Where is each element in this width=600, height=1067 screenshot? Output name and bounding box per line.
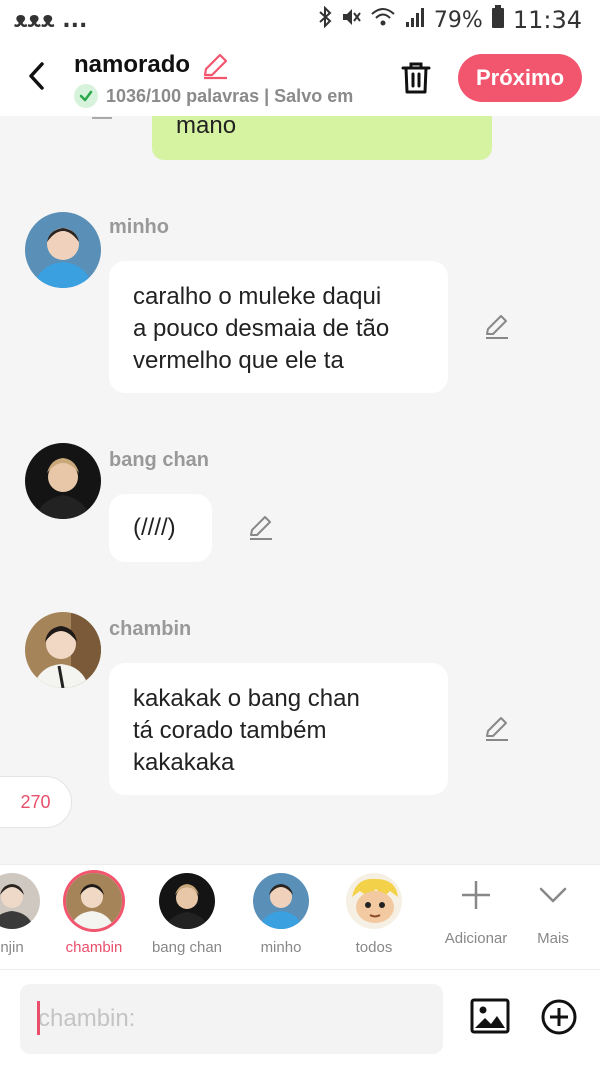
character-avatar	[0, 873, 40, 929]
message-bubble-own[interactable]: mano	[152, 116, 492, 160]
delete-button[interactable]	[398, 58, 434, 98]
message-line: caralho o muleke daqui	[133, 283, 382, 310]
back-button[interactable]	[22, 58, 52, 94]
more-characters-label: Mais	[537, 930, 569, 947]
character-name: minho	[260, 939, 302, 956]
character-avatar	[159, 873, 215, 929]
message-bubble[interactable]: kakakak o bang chan tá corado também kak…	[109, 663, 448, 795]
character-avatar	[253, 873, 309, 929]
character-name: chambin	[65, 939, 123, 956]
sender-name: minho	[109, 216, 169, 238]
edit-message-icon[interactable]	[482, 312, 512, 342]
avatar-bang-chan[interactable]	[25, 443, 101, 519]
word-count-status: 1036/100 palavras | Salvo em	[106, 86, 354, 106]
notification-icons: ᴥᴥᴥ ...	[14, 7, 87, 33]
story-title[interactable]: namorado	[74, 51, 190, 79]
add-content-button[interactable]	[540, 998, 578, 1036]
system-icons: 79% 11:34	[318, 5, 582, 35]
avatar-chambin[interactable]	[25, 612, 101, 688]
character-todos[interactable]: todos	[334, 873, 414, 956]
message-line: kakakak o bang chan	[133, 685, 360, 712]
notification-icons-text: ᴥᴥᴥ ...	[14, 8, 88, 33]
edit-message-icon[interactable]	[482, 714, 512, 744]
signal-icon	[404, 6, 426, 34]
message-line: a pouco desmaia de tão	[133, 315, 390, 342]
wifi-icon	[370, 6, 396, 34]
message-bubble[interactable]: (////)	[109, 494, 212, 562]
character-njin[interactable]: njin	[0, 873, 52, 956]
character-name: todos	[355, 939, 393, 956]
message-line: vermelho que ele ta	[133, 347, 344, 374]
next-button[interactable]: Próximo	[458, 54, 582, 102]
character-minho[interactable]: minho	[241, 873, 321, 956]
message-line: kakakaka	[133, 749, 235, 776]
character-avatar	[346, 873, 402, 929]
sender-name: bang chan	[109, 449, 210, 471]
character-avatar	[66, 873, 122, 929]
message-line: tá corado também	[133, 717, 327, 744]
more-characters-button[interactable]: Mais	[526, 875, 580, 947]
chevron-left-icon	[29, 62, 44, 90]
message-composer	[0, 970, 600, 1067]
plus-circle-icon	[541, 999, 577, 1035]
character-selector: njin chambin bang chan minho todos Adici…	[0, 864, 600, 970]
sender-name: chambin	[109, 618, 192, 640]
status-bar: ᴥᴥᴥ ... 79% 11:34	[0, 0, 600, 40]
clock: 11:34	[512, 6, 582, 34]
message-line: (////)	[133, 514, 176, 541]
editor-header: namorado 1036/100 palavras | Salvo em Pr…	[0, 40, 600, 116]
add-character-label: Adicionar	[444, 930, 508, 947]
bluetooth-icon	[318, 5, 332, 34]
message-bubble[interactable]: caralho o muleke daqui a pouco desmaia d…	[109, 261, 448, 393]
character-name: bang chan	[151, 939, 223, 956]
chevron-down-icon	[539, 887, 567, 903]
avatar-minho[interactable]	[25, 212, 101, 288]
check-icon	[74, 84, 98, 108]
trash-icon	[401, 62, 431, 94]
insert-image-button[interactable]	[468, 994, 512, 1038]
text-cursor	[37, 1001, 40, 1035]
edit-title-icon[interactable]	[200, 51, 230, 81]
chat-area[interactable]: mano minho caralho o muleke daqui a pouc…	[0, 116, 600, 864]
message-input[interactable]	[20, 984, 443, 1054]
character-name: njin	[0, 939, 24, 956]
character-chambin[interactable]: chambin	[54, 873, 134, 956]
battery-icon	[491, 5, 505, 35]
character-bang-chan[interactable]: bang chan	[147, 873, 227, 956]
add-character-button[interactable]: Adicionar	[440, 875, 512, 947]
message-count-badge[interactable]: 270	[0, 776, 72, 828]
edit-message-icon[interactable]	[246, 513, 276, 543]
image-icon	[470, 998, 510, 1034]
mute-icon	[340, 6, 362, 34]
edit-icon[interactable]	[90, 116, 116, 124]
plus-icon	[462, 881, 490, 909]
battery-percent: 79%	[433, 7, 483, 33]
